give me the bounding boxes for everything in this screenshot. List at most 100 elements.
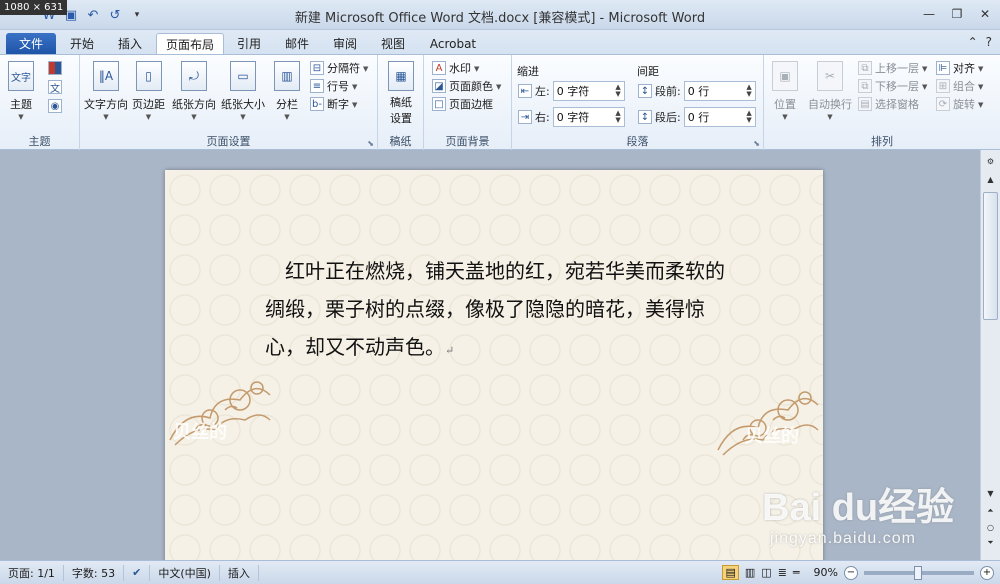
ruler-toggle-icon[interactable]: ⚙ (983, 154, 998, 168)
group-page-setup: ‖A 文字方向 ▼ ▯ 页边距 ▼ ⤾ 纸张方向 ▼ ▭ 纸张大小 ▼ ▥ 分栏… (80, 55, 378, 151)
text-direction-icon: ‖A (93, 61, 119, 91)
indent-title: 缩进 (517, 65, 539, 78)
manuscript-settings-button[interactable]: ▦ 稿纸 设置 (388, 61, 414, 126)
theme-effects-icon[interactable]: ◉ (48, 99, 62, 113)
wrap-text-icon: ✂ (817, 61, 843, 91)
zoom-in-icon[interactable]: + (980, 565, 994, 580)
word-count[interactable]: 字数: 53 (64, 564, 125, 581)
tab-file[interactable]: 文件 (6, 33, 56, 54)
tab-acrobat[interactable]: Acrobat (424, 33, 482, 54)
rotate-icon: ⟳ (936, 97, 950, 111)
align-icon: ⊫ (936, 61, 950, 75)
watermark-button[interactable]: A 水印 ▼ (432, 59, 501, 77)
spacing-before-input[interactable]: 0 行 ▲ ▼ (683, 81, 756, 101)
proofing-icon[interactable]: ✔ (124, 564, 151, 581)
dialog-launcher-icon[interactable]: ⬊ (753, 139, 760, 148)
document-paragraph[interactable]: 红叶正在燃烧，铺天盖地的红，宛若华美而柔软的绸缎，栗子树的点缀，像极了隐隐的暗花… (265, 252, 735, 370)
chevron-down-icon: ▼ (240, 113, 246, 121)
themes-icon: 文字 (8, 61, 34, 91)
scroll-up-icon[interactable]: ▲ (983, 172, 998, 186)
close-icon[interactable]: ✕ (976, 6, 994, 22)
spinner-arrows-icon[interactable]: ▲ ▼ (746, 110, 751, 124)
scrollbar-thumb[interactable] (983, 192, 998, 320)
spacing-after-input[interactable]: 0 行 ▲ ▼ (683, 107, 756, 127)
columns-icon: ▥ (274, 61, 300, 91)
dimension-tag: 1080 × 631 (0, 0, 68, 15)
spacing-after-icon: ↕ (638, 110, 652, 124)
orientation-button[interactable]: ⤾ 纸张方向 ▼ (172, 61, 216, 121)
group-page-background: A 水印 ▼ ◪ 页面颜色 ▼ □ 页面边框 页面背景 (424, 55, 512, 151)
theme-colors-icon[interactable] (48, 61, 62, 75)
corner-watermark-left: 贝丝的 (173, 422, 227, 442)
tab-insert[interactable]: 插入 (110, 33, 150, 54)
theme-fonts-icon[interactable]: 文 (48, 80, 62, 95)
zoom-level[interactable]: 90% (814, 566, 838, 579)
tab-bar-icons: ⌃ ? (968, 35, 992, 49)
paragraph-mark-icon: ↵ (445, 344, 455, 357)
language-indicator[interactable]: 中文(中国) (150, 564, 220, 581)
spacing-after-label: 段后: (655, 111, 681, 124)
line-numbers-button[interactable]: ≡ 行号 ▼ (310, 77, 368, 95)
minimize-icon[interactable]: — (920, 6, 938, 22)
group-label: 排列 (871, 135, 893, 148)
wrap-text-button[interactable]: ✂ 自动换行 ▼ (808, 61, 852, 121)
spacing-title: 间距 (637, 65, 659, 78)
zoom-slider-knob[interactable] (914, 565, 922, 580)
spinner-arrows-icon[interactable]: ▲ ▼ (615, 84, 620, 98)
themes-button[interactable]: 文字 主题 ▼ (8, 61, 34, 121)
page-size-icon: ▭ (230, 61, 256, 91)
group-arrange: ▣ 位置 ▼ ✂ 自动换行 ▼ ⧉ 上移一层 ▼ ⧉ 下移一层 ▼ ▤ 选择窗格 ⊫ 对齐 ▼… (764, 55, 1000, 151)
page-color-button[interactable]: ◪ 页面颜色 ▼ (432, 77, 501, 95)
rotate-button[interactable]: ⟳ 旋转 ▼ (936, 95, 983, 113)
group-label: 段落 (626, 135, 649, 148)
restore-icon[interactable]: ❐ (948, 6, 966, 22)
margins-button[interactable]: ▯ 页边距 ▼ (132, 61, 165, 121)
breaks-button[interactable]: ⊟ 分隔符 ▼ (310, 59, 368, 77)
zoom-out-icon[interactable]: − (844, 565, 858, 580)
zoom-slider[interactable] (864, 565, 974, 580)
chevron-down-icon: ▼ (827, 113, 833, 121)
size-button[interactable]: ▭ 纸张大小 ▼ (221, 61, 265, 121)
group-label: 主题 (28, 135, 51, 148)
zoom-controls: ▤ ▥ ◫ ≣ ═ 90% − + (722, 565, 994, 580)
page-borders-button[interactable]: □ 页面边框 (432, 95, 501, 113)
document-page[interactable]: 红叶正在燃烧，铺天盖地的红，宛若华美而柔软的绸缎，栗子树的点缀，像极了隐隐的暗花… (165, 170, 823, 570)
chevron-down-icon: ▼ (352, 100, 358, 109)
columns-button[interactable]: ▥ 分栏 ▼ (274, 61, 300, 121)
hyphenation-button[interactable]: b- 断字 ▼ (310, 95, 368, 113)
paragraph-text[interactable]: 红叶正在燃烧，铺天盖地的红，宛若华美而柔软的绸缎，栗子树的点缀，像极了隐隐的暗花… (265, 259, 725, 359)
indent-left-input[interactable]: 0 字符 ▲ ▼ (552, 81, 625, 101)
print-layout-view-icon[interactable]: ▤ (722, 565, 739, 580)
chevron-down-icon: ▼ (18, 113, 24, 121)
selection-pane-button[interactable]: ▤ 选择窗格 (858, 95, 927, 113)
insert-mode-indicator[interactable]: 插入 (220, 564, 259, 581)
web-layout-icon[interactable]: ◫ (761, 566, 771, 579)
send-backward-button[interactable]: ⧉ 下移一层 ▼ (858, 77, 927, 95)
draft-view-icon[interactable]: ═ (793, 566, 800, 579)
indent-left-icon: ⇤ (518, 84, 532, 98)
help-icon[interactable]: ? (986, 35, 992, 49)
tab-references[interactable]: 引用 (230, 33, 268, 54)
tab-page-layout[interactable]: 页面布局 (156, 33, 224, 54)
group-themes: 文字 主题 ▼ 文 ◉ 主题 (0, 55, 80, 151)
page-count[interactable]: 页面: 1/1 (0, 564, 64, 581)
indent-right-input[interactable]: 0 字符 ▲ ▼ (552, 107, 625, 127)
align-button[interactable]: ⊫ 对齐 ▼ (936, 59, 983, 77)
position-button[interactable]: ▣ 位置 ▼ (772, 61, 798, 121)
spinner-arrows-icon[interactable]: ▲ ▼ (615, 110, 620, 124)
spinner-arrows-icon[interactable]: ▲ ▼ (746, 84, 751, 98)
bring-forward-button[interactable]: ⧉ 上移一层 ▼ (858, 59, 927, 77)
group-label: 页面背景 (445, 135, 490, 148)
page-border-icon: □ (432, 97, 446, 111)
full-screen-reading-icon[interactable]: ▥ (745, 566, 755, 579)
tab-mailings[interactable]: 邮件 (278, 33, 316, 54)
text-direction-button[interactable]: ‖A 文字方向 ▼ (84, 61, 128, 121)
group-objects-button[interactable]: ⊞ 组合 ▼ (936, 77, 983, 95)
tab-home[interactable]: 开始 (62, 33, 102, 54)
chevron-down-icon: ▼ (352, 82, 358, 91)
outline-view-icon[interactable]: ≣ (778, 566, 787, 579)
tab-review[interactable]: 审阅 (326, 33, 364, 54)
collapse-ribbon-icon[interactable]: ⌃ (968, 35, 978, 49)
tab-view[interactable]: 视图 (374, 33, 412, 54)
dialog-launcher-icon[interactable]: ⬊ (367, 139, 374, 148)
